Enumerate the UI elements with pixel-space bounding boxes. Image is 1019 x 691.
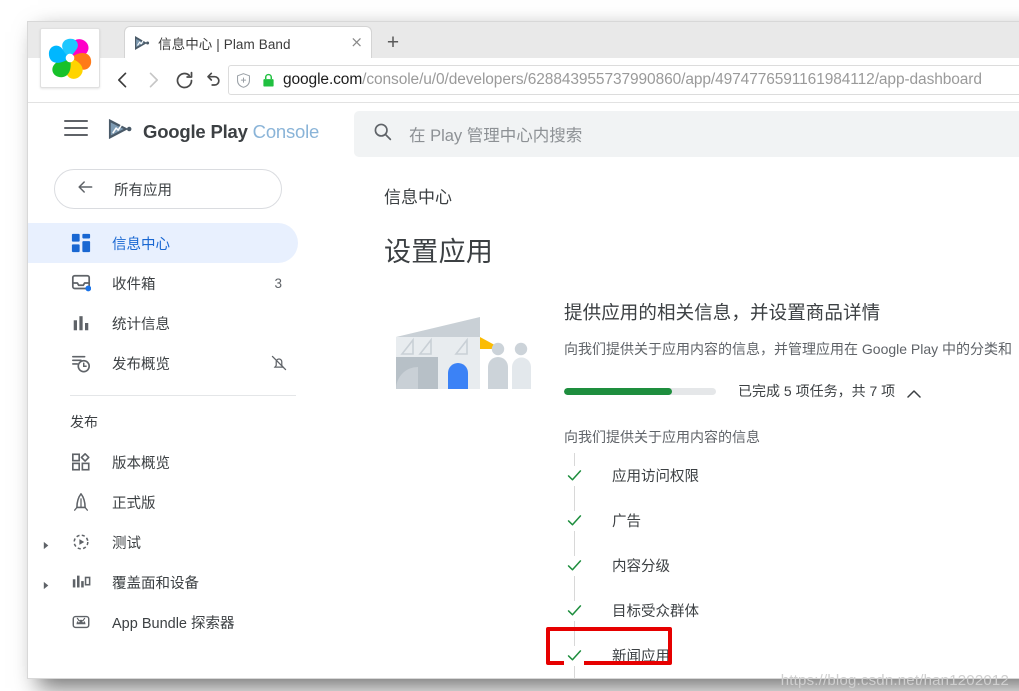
task-item[interactable]: 应用访问权限 (564, 453, 1019, 498)
task-label: 应用访问权限 (612, 469, 699, 485)
task-label: 新闻应用 (612, 649, 670, 665)
browser-tab-title: 信息中心 | Plam Band (158, 36, 291, 52)
check-icon (564, 645, 584, 666)
reach-devices-chart-icon (70, 571, 92, 593)
main-content: 信息中心 设置应用 提供应用的相关信息，并设置商品详情 向我们提供关于应用内容的… (318, 161, 1019, 678)
sidebar-item-testing[interactable]: 测试 (28, 522, 298, 562)
watermark: https://blog.csdn.net/han1202012 (780, 672, 1009, 689)
setup-card-heading: 提供应用的相关信息，并设置商品详情 (564, 302, 881, 323)
all-apps-label: 所有应用 (114, 182, 172, 199)
browser-logo (40, 28, 100, 88)
inbox-icon (70, 272, 92, 294)
breadcrumb: 信息中心 (384, 188, 452, 207)
chevron-up-icon[interactable] (907, 386, 921, 398)
play-console-favicon-icon (133, 35, 151, 51)
check-icon (564, 510, 584, 531)
brand-secondary: Console (252, 120, 320, 142)
android-bundle-explorer-icon (70, 611, 92, 633)
new-tab-button[interactable]: + (380, 30, 406, 54)
notifications-off-icon[interactable] (270, 354, 288, 372)
tab-strip: 信息中心 | Plam Band × + (28, 22, 1019, 59)
sidebar-item-label: 覆盖面和设备 (112, 575, 199, 592)
sidebar-item-label: 测试 (112, 535, 141, 552)
arrow-left-icon (75, 177, 95, 202)
publishing-overview-clock-icon (70, 352, 92, 374)
address-host: google.com (283, 71, 363, 88)
sidebar-release-group: 版本概览 正式版 测试 覆盖面和设备 App Bundle 探索器 (28, 442, 318, 642)
setup-card-description: 向我们提供关于应用内容的信息，并管理应用在 Google Play 中的分类和 (564, 341, 1013, 357)
task-group: 向我们提供关于应用内容的信息 应用访问权限 广告 内容分级 目标受众群体 新闻应… (384, 427, 1019, 678)
reload-button[interactable] (171, 67, 197, 93)
forward-button[interactable] (140, 67, 166, 93)
sidebar-item-label: 统计信息 (112, 316, 170, 333)
hamburger-menu-icon[interactable] (64, 120, 88, 142)
sidebar-primary-group: 信息中心 收件箱 3 统计信息 发布概览 (28, 223, 318, 383)
browser-navigation-bar: google.com/console/u/0/developers/628843… (28, 58, 1019, 103)
all-apps-button[interactable]: 所有应用 (54, 169, 282, 209)
sidebar-item-label: App Bundle 探索器 (112, 615, 235, 632)
expand-arrow-icon[interactable] (42, 537, 52, 550)
sidebar-item-label: 信息中心 (112, 236, 170, 253)
search-icon (372, 121, 393, 147)
task-group-title: 向我们提供关于应用内容的信息 (564, 429, 760, 445)
task-item[interactable]: 内容分级 (564, 543, 1019, 588)
close-tab-icon[interactable]: × (350, 35, 363, 50)
production-rocket-icon (70, 491, 92, 513)
brand-text: Google Play Console (143, 121, 319, 143)
sidebar-item-label: 发布概览 (112, 356, 170, 373)
task-label: 广告 (612, 514, 641, 530)
sidebar-item-production[interactable]: 正式版 (28, 482, 298, 522)
progress-fill (564, 387, 672, 395)
back-button[interactable] (110, 67, 136, 93)
sidebar-item-reach-and-devices[interactable]: 覆盖面和设备 (28, 562, 298, 602)
task-item[interactable]: 目标受众群体 (564, 588, 1019, 633)
browser-window: 信息中心 | Plam Band × + google.com/console/… (28, 22, 1019, 678)
play-console-brand[interactable]: Google Play Console (106, 117, 319, 146)
dashboard-icon (70, 232, 92, 254)
sidebar-item-release-overview[interactable]: 版本概览 (28, 442, 298, 482)
pinwheel-browser-logo-icon (48, 38, 92, 79)
sidebar-item-statistics[interactable]: 统计信息 (28, 303, 298, 343)
sidebar: 所有应用 信息中心 收件箱 3 统计信息 发布概览 发布 版本概览 正式版 测试… (28, 161, 318, 678)
address-bar-url: google.com/console/u/0/developers/628843… (283, 71, 982, 89)
sidebar-item-label: 收件箱 (112, 276, 156, 293)
secure-lock-icon (262, 73, 276, 88)
check-icon (564, 600, 584, 621)
search-input[interactable]: 在 Play 管理中心内搜索 (354, 111, 1019, 157)
inbox-badge-count: 3 (274, 275, 282, 291)
search-placeholder: 在 Play 管理中心内搜索 (409, 127, 583, 145)
sidebar-item-app-bundle-explorer[interactable]: App Bundle 探索器 (28, 602, 298, 642)
sidebar-item-label: 正式版 (112, 495, 156, 512)
testing-play-circle-icon (70, 531, 92, 553)
progress-track (564, 387, 716, 395)
play-console-logo-icon (106, 117, 134, 146)
sidebar-item-dashboard[interactable]: 信息中心 (28, 223, 298, 263)
check-icon (564, 465, 584, 486)
progress-label: 已完成 5 项任务，共 7 项 (738, 383, 896, 399)
task-list: 应用访问权限 广告 内容分级 目标受众群体 新闻应用 (546, 453, 1019, 678)
expand-arrow-icon[interactable] (42, 577, 52, 590)
release-overview-icon (70, 451, 92, 473)
browser-tab[interactable]: 信息中心 | Plam Band × (124, 26, 372, 58)
sidebar-item-publishing-overview[interactable]: 发布概览 (28, 343, 298, 383)
sidebar-section-title: 发布 (70, 414, 98, 430)
sidebar-item-label: 版本概览 (112, 455, 170, 472)
brand-primary: Google Play (143, 120, 248, 142)
setup-app-card: 提供应用的相关信息，并设置商品详情 向我们提供关于应用内容的信息，并管理应用在 … (318, 299, 1019, 678)
page-viewport: Google Play Console 在 Play 管理中心内搜索 所有应用 … (28, 103, 1019, 678)
address-path: /console/u/0/developers/6288439557379908… (362, 71, 982, 88)
sidebar-item-inbox[interactable]: 收件箱 3 (28, 263, 298, 303)
page-title: 设置应用 (384, 237, 494, 267)
task-label: 目标受众群体 (612, 604, 699, 620)
task-label: 内容分级 (612, 559, 670, 575)
statistics-bar-chart-icon (70, 312, 92, 334)
check-icon (564, 555, 584, 576)
console-header: Google Play Console 在 Play 管理中心内搜索 (28, 103, 1019, 161)
progress-row: 已完成 5 项任务，共 7 项 (564, 381, 1019, 401)
task-item[interactable]: 广告 (564, 498, 1019, 543)
undo-button[interactable] (200, 67, 226, 93)
building-and-people-illustration-icon (384, 309, 536, 393)
shield-plus-icon[interactable] (235, 72, 255, 89)
address-bar[interactable]: google.com/console/u/0/developers/628843… (228, 65, 1019, 95)
